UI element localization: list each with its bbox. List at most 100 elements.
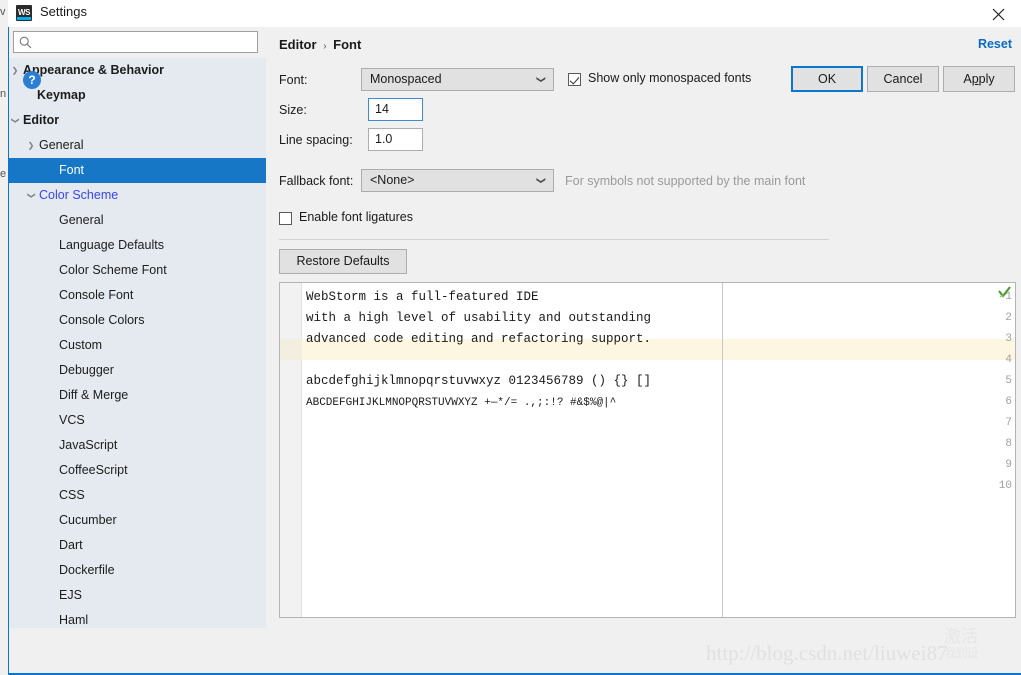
line-number: 9 bbox=[1005, 459, 1012, 471]
chevron-right-icon[interactable] bbox=[9, 58, 21, 83]
line-number: 10 bbox=[998, 480, 1012, 492]
sidebar-item-general[interactable]: General bbox=[9, 133, 266, 158]
checkbox-box bbox=[568, 73, 581, 86]
webstorm-icon: WS bbox=[16, 5, 32, 21]
sidebar-item-label: Dockerfile bbox=[59, 563, 115, 577]
sidebar-item-label: Color Scheme Font bbox=[59, 263, 167, 277]
sidebar-item-diff-merge[interactable]: Diff & Merge bbox=[9, 383, 266, 408]
sidebar-item-label: Console Font bbox=[59, 288, 134, 302]
checkbox-box bbox=[279, 212, 292, 225]
sidebar-item-label: Keymap bbox=[37, 88, 86, 102]
cancel-button[interactable]: Cancel bbox=[867, 66, 939, 92]
code-line: with a high level of usability and outst… bbox=[306, 311, 652, 325]
cancel-button-label: Cancel bbox=[883, 72, 923, 86]
font-family-value: Monospaced bbox=[370, 72, 442, 86]
search-input[interactable] bbox=[36, 32, 255, 52]
chevron-down-icon[interactable] bbox=[9, 108, 21, 133]
font-family-dropdown[interactable]: Monospaced bbox=[361, 68, 554, 91]
apply-button-label-post: ply bbox=[978, 72, 995, 86]
sidebar-item-vcs[interactable]: VCS bbox=[9, 408, 266, 433]
sidebar-item-dart[interactable]: Dart bbox=[9, 533, 266, 558]
line-number: 8 bbox=[1005, 438, 1012, 450]
window-body: Appearance & Behavior Keymap Editor General… bbox=[8, 27, 1021, 675]
sidebar-item-console-font[interactable]: Console Font bbox=[9, 283, 266, 308]
sidebar-item-font[interactable]: Font bbox=[9, 158, 266, 183]
sidebar-item-custom[interactable]: Custom bbox=[9, 333, 266, 358]
caret-line-gutter-highlight bbox=[280, 339, 302, 360]
breadcrumb-separator: › bbox=[323, 41, 327, 52]
sidebar-item-appearance-behavior[interactable]: Appearance & Behavior bbox=[9, 58, 266, 83]
enable-ligatures-label: Enable font ligatures bbox=[299, 210, 413, 224]
sidebar-item-label: Debugger bbox=[59, 363, 114, 377]
apply-button-label-mnemonic: p bbox=[971, 72, 979, 86]
sidebar-item-label: Cucumber bbox=[59, 513, 117, 527]
sidebar-item-label: Color Scheme bbox=[39, 188, 119, 202]
section-divider bbox=[279, 239, 829, 240]
close-icon[interactable] bbox=[976, 0, 1021, 27]
sidebar-item-label: Console Colors bbox=[59, 313, 145, 327]
line-number: 7 bbox=[1005, 417, 1012, 429]
sidebar-item-color-scheme-font[interactable]: Color Scheme Font bbox=[9, 258, 266, 283]
sidebar-item-label: Appearance & Behavior bbox=[23, 63, 165, 77]
apply-button-label-pre: A bbox=[963, 72, 972, 86]
sidebar-item-label: CoffeeScript bbox=[59, 463, 128, 477]
sidebar-item-label: EJS bbox=[59, 588, 82, 602]
search-field[interactable] bbox=[13, 31, 258, 53]
ok-button-label: OK bbox=[817, 72, 837, 86]
sidebar-item-haml[interactable]: Haml bbox=[9, 608, 266, 628]
sidebar-item-label: Haml bbox=[59, 613, 89, 627]
sidebar-item-cucumber[interactable]: Cucumber bbox=[9, 508, 266, 533]
sidebar-item-general[interactable]: General bbox=[9, 208, 266, 233]
show-monospaced-label: Show only monospaced fonts bbox=[588, 71, 752, 85]
sidebar-item-dockerfile[interactable]: Dockerfile bbox=[9, 558, 266, 583]
sidebar-item-label: JavaScript bbox=[59, 438, 118, 452]
sidebar-item-css[interactable]: CSS bbox=[9, 483, 266, 508]
sidebar-item-label: Language Defaults bbox=[59, 238, 164, 252]
font-preview-editor[interactable]: 1 WebStorm is a full-featured IDE 2 with a … bbox=[279, 282, 1016, 618]
sidebar-item-console-colors[interactable]: Console Colors bbox=[9, 308, 266, 333]
sidebar-item-javascript[interactable]: JavaScript bbox=[9, 433, 266, 458]
line-spacing-input[interactable]: 1.0 bbox=[368, 128, 423, 151]
help-button[interactable]: ? bbox=[23, 71, 41, 89]
apply-button[interactable]: Apply bbox=[943, 66, 1015, 92]
fallback-font-value: <None> bbox=[370, 173, 415, 187]
restore-defaults-button[interactable]: Restore Defaults bbox=[279, 249, 407, 274]
sidebar-item-editor[interactable]: Editor bbox=[9, 108, 266, 133]
breadcrumb: Editor › Font bbox=[279, 37, 361, 52]
sidebar-item-label: General bbox=[59, 213, 104, 227]
settings-detail-pane: Editor › Font Reset Font: Monospaced Sho… bbox=[267, 27, 1021, 628]
size-label: Size: bbox=[279, 103, 307, 117]
window-title: Settings bbox=[40, 4, 87, 19]
sidebar-item-label: General bbox=[39, 138, 84, 152]
sidebar-item-keymap[interactable]: Keymap bbox=[9, 83, 266, 108]
line-number: 2 bbox=[1005, 312, 1012, 324]
chevron-down-icon bbox=[537, 170, 545, 191]
chevron-down-icon[interactable] bbox=[25, 183, 37, 208]
chevron-right-icon[interactable] bbox=[25, 133, 37, 158]
dialog-footer bbox=[9, 628, 1021, 672]
size-input[interactable]: 14 bbox=[368, 98, 423, 121]
code-line: advanced code editing and refactoring su… bbox=[306, 332, 652, 346]
line-spacing-label: Line spacing: bbox=[279, 133, 353, 147]
sidebar-item-ejs[interactable]: EJS bbox=[9, 583, 266, 608]
sidebar-item-label: Dart bbox=[59, 538, 83, 552]
sidebar-item-language-defaults[interactable]: Language Defaults bbox=[9, 233, 266, 258]
sidebar-item-debugger[interactable]: Debugger bbox=[9, 358, 266, 383]
sidebar-item-coffeescript[interactable]: CoffeeScript bbox=[9, 458, 266, 483]
title-bar: WS Settings bbox=[8, 0, 1021, 27]
fallback-font-hint: For symbols not supported by the main fo… bbox=[565, 174, 806, 188]
green-check-icon[interactable] bbox=[998, 286, 1011, 299]
reset-link[interactable]: Reset bbox=[978, 37, 1012, 51]
line-spacing-value: 1.0 bbox=[375, 132, 393, 146]
line-number: 6 bbox=[1005, 396, 1012, 408]
line-number: 3 bbox=[1005, 333, 1012, 345]
settings-tree[interactable]: Appearance & Behavior Keymap Editor General… bbox=[9, 58, 266, 628]
background-artifact: e bbox=[0, 168, 7, 180]
background-artifact: n bbox=[0, 88, 7, 100]
size-value: 14 bbox=[375, 102, 389, 116]
fallback-font-dropdown[interactable]: <None> bbox=[361, 169, 554, 192]
search-icon bbox=[19, 36, 32, 49]
chevron-down-icon bbox=[537, 69, 545, 90]
ok-button[interactable]: OK bbox=[791, 66, 863, 92]
sidebar-item-color-scheme[interactable]: Color Scheme bbox=[9, 183, 266, 208]
